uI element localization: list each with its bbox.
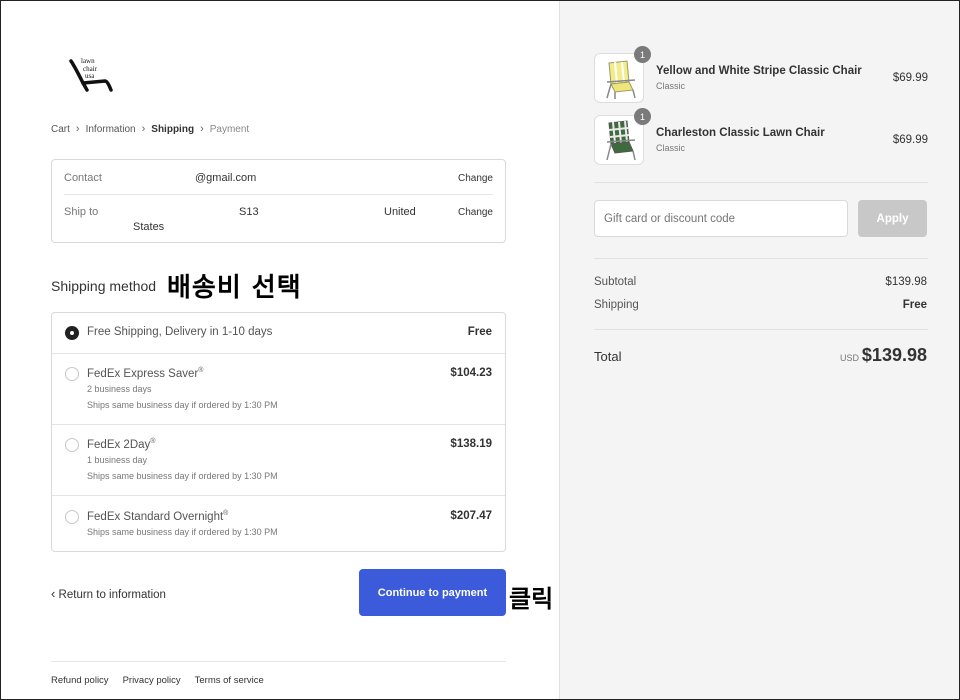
radio-selected[interactable] — [65, 326, 79, 340]
radio-unselected[interactable] — [65, 438, 79, 452]
registered-mark: ® — [223, 510, 229, 517]
option-name: FedEx Standard Overnight® — [87, 510, 228, 523]
option-name-text: FedEx 2Day — [87, 438, 151, 451]
option-name-text: FedEx Express Saver — [87, 367, 199, 380]
shipping-method-list: Free Shipping, Delivery in 1-10 days Fre… — [51, 312, 506, 552]
order-summary: 1 Yellow and White Stripe Classic Chair … — [559, 1, 959, 699]
shipping-option[interactable]: FedEx Express Saver® 2 business days Shi… — [52, 354, 505, 425]
shipping-label: Shipping — [594, 299, 639, 311]
terms-of-service-link[interactable]: Terms of service — [195, 675, 264, 686]
option-transit: 1 business day — [87, 455, 148, 465]
option-price: $138.19 — [450, 438, 492, 450]
option-name: Free Shipping, Delivery in 1-10 days — [87, 326, 273, 338]
option-price: $104.23 — [450, 367, 492, 379]
option-price: $207.47 — [450, 510, 492, 522]
option-name: FedEx Express Saver® — [87, 367, 203, 380]
product-variant: Classic — [656, 81, 686, 91]
continue-to-payment-button[interactable]: Continue to payment — [359, 569, 506, 616]
breadcrumb-shipping: Shipping — [151, 123, 195, 135]
product-variant: Classic — [656, 143, 686, 153]
summary-divider — [594, 258, 928, 259]
product-name: Charleston Classic Lawn Chair — [656, 127, 825, 139]
shipping-option[interactable]: Free Shipping, Delivery in 1-10 days Fre… — [52, 313, 505, 354]
chevron-right-icon: › — [75, 123, 80, 135]
option-note: Ships same business day if ordered by 1:… — [87, 471, 278, 481]
discount-code-input[interactable] — [594, 200, 848, 237]
shipto-row: Ship to S13 United States Change — [64, 204, 493, 240]
option-name-text: FedEx Standard Overnight — [87, 510, 224, 523]
contact-value: @gmail.com — [195, 172, 257, 184]
change-contact-link[interactable]: Change — [458, 173, 493, 184]
logo-wordmark: lawn chair usa — [81, 57, 97, 81]
shipto-address-part: States — [133, 221, 165, 233]
option-note: Ships same business day if ordered by 1:… — [87, 527, 278, 537]
review-block: Contact @gmail.com Change Ship to S13 Un… — [51, 159, 506, 243]
chevron-right-icon: › — [200, 123, 204, 135]
product-name: Yellow and White Stripe Classic Chair — [656, 65, 862, 77]
shipping-option[interactable]: FedEx Standard Overnight® Ships same bus… — [52, 496, 505, 552]
cart-item: 1 Yellow and White Stripe Classic Chair … — [594, 46, 928, 105]
annotation-select-shipping: 배송비 선택 — [167, 273, 302, 303]
registered-mark: ® — [150, 438, 156, 445]
quantity-badge: 1 — [634, 46, 651, 63]
footer-divider — [51, 661, 506, 662]
apply-discount-button[interactable]: Apply — [858, 200, 927, 237]
refund-policy-link[interactable]: Refund policy — [51, 675, 109, 686]
option-name: FedEx 2Day® — [87, 438, 155, 451]
currency-code: USD — [839, 353, 859, 363]
cart-item: 1 Charleston Classic Lawn Chair Classic … — [594, 108, 928, 167]
change-shipto-link[interactable]: Change — [458, 207, 493, 218]
quantity-badge: 1 — [634, 108, 651, 125]
shipping-option[interactable]: FedEx 2Day® 1 business day Ships same bu… — [52, 425, 505, 496]
contact-row: Contact @gmail.com Change — [64, 170, 493, 195]
breadcrumb-information[interactable]: Information — [86, 124, 136, 135]
total-label: Total — [594, 349, 622, 364]
chevron-left-icon: ‹ — [51, 586, 56, 601]
total-value: $139.98 — [861, 345, 927, 365]
summary-divider — [594, 329, 928, 330]
annotation-click: 클릭 — [509, 585, 554, 613]
shipping-value: Free — [902, 299, 927, 311]
registered-mark: ® — [198, 367, 204, 374]
privacy-policy-link[interactable]: Privacy policy — [123, 675, 181, 686]
shipto-label: Ship to — [64, 206, 99, 218]
chevron-right-icon: › — [141, 123, 146, 135]
breadcrumb-payment: Payment — [209, 123, 250, 135]
shipping-method-title: Shipping method — [51, 278, 157, 294]
return-to-information-link[interactable]: ‹ Return to information — [51, 586, 166, 601]
contact-label: Contact — [64, 172, 102, 184]
product-price: $69.99 — [892, 134, 928, 146]
logo-line: usa — [85, 72, 95, 80]
shipto-address-part: S13 — [239, 206, 259, 218]
checkout-main: lawn chair usa Cart › Information › Ship… — [1, 1, 559, 699]
summary-divider — [594, 182, 928, 183]
return-label: Return to information — [58, 589, 166, 601]
shipto-address-part: United — [384, 206, 416, 218]
breadcrumb-cart[interactable]: Cart — [51, 124, 70, 135]
product-price: $69.99 — [892, 72, 928, 84]
option-transit: 2 business days — [87, 384, 152, 394]
radio-unselected[interactable] — [65, 510, 79, 524]
policy-links: Refund policy Privacy policy Terms of se… — [51, 675, 264, 686]
option-price: Free — [467, 326, 492, 338]
subtotal-value: $139.98 — [885, 276, 927, 288]
checkout-window: lawn chair usa Cart › Information › Ship… — [0, 0, 960, 700]
radio-unselected[interactable] — [65, 367, 79, 381]
option-note: Ships same business day if ordered by 1:… — [87, 400, 278, 410]
subtotal-label: Subtotal — [594, 276, 637, 288]
breadcrumb: Cart › Information › Shipping › Payment — [51, 123, 249, 135]
